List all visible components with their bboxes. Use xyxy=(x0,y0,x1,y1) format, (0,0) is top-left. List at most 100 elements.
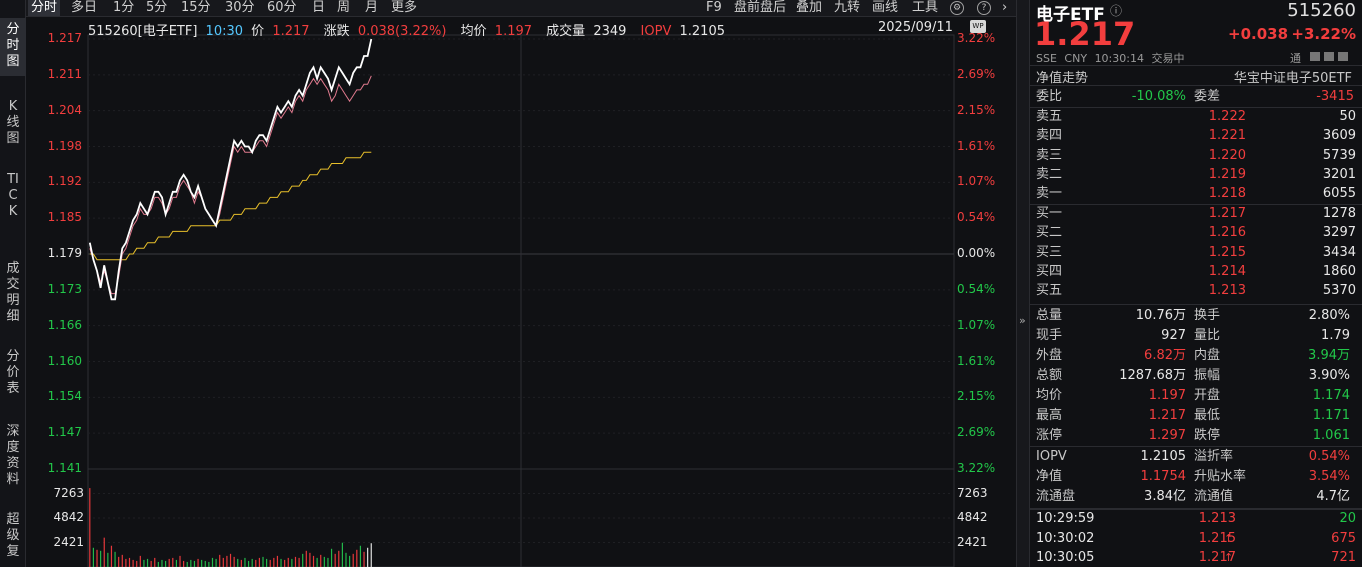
pct-tick-label: 1.61% xyxy=(957,353,996,368)
buys-row[interactable]: 买三 1.215 3434 xyxy=(1036,243,1356,262)
toolbar-action-5[interactable]: 工具 xyxy=(912,0,938,16)
info-time: 10:30 xyxy=(205,24,244,39)
settings-icon[interactable] xyxy=(1338,52,1348,61)
stat-3a-value: 1287.68万 xyxy=(1119,368,1186,383)
toolbar-action-1[interactable]: 盘前盘后 xyxy=(734,0,786,16)
left-tab-3[interactable]: 成交明细 xyxy=(0,257,26,327)
stat-0a: 总量 10.76万 xyxy=(1036,306,1186,326)
buys-label: 买四 xyxy=(1036,263,1063,279)
chart-toolbar: 分时 多日 1分 5分 15分 30分 60分日周月更多 F9 盘前盘后 叠加 九转 画线 工具 ⚙? › xyxy=(26,0,1016,17)
stat2-1a-value: 1.1754 xyxy=(1140,469,1187,484)
buys-row[interactable]: 买一 1.217 1278 xyxy=(1036,204,1356,223)
stat2-2b-value: 4.7亿 xyxy=(1316,489,1350,504)
period-tab-5[interactable]: 30分 xyxy=(222,0,258,16)
stat-3b: 振幅 3.90% xyxy=(1194,366,1350,386)
tick-row[interactable]: 10:29:59 1.213 20 xyxy=(1036,509,1356,528)
sells-row[interactable]: 卖二 1.219 3201 xyxy=(1036,165,1356,184)
stat-5b: 最低 1.171 xyxy=(1194,406,1350,426)
tick-time: 10:30:02 xyxy=(1036,530,1095,546)
toolbar-action-4[interactable]: 画线 xyxy=(872,0,898,16)
info-change-label: 涨跌 xyxy=(323,24,350,39)
tong-label[interactable]: 通 xyxy=(1290,50,1301,66)
pct-tick-label: 2.69% xyxy=(957,66,996,81)
period-tab-8[interactable]: 周 xyxy=(334,0,353,16)
tick-row[interactable]: 10:30:05 1.217 ↑ 721 xyxy=(1036,548,1356,567)
period-tab-6[interactable]: 60分 xyxy=(264,0,300,16)
period-tab-4[interactable]: 15分 xyxy=(178,0,214,16)
separator xyxy=(1030,85,1362,86)
sells-vol: 6055 xyxy=(1322,186,1356,202)
left-tab-4[interactable]: 分价表 xyxy=(0,345,26,405)
stat-5b-value: 1.171 xyxy=(1312,408,1350,423)
intraday-chart[interactable]: 515260[电子ETF] 10:30 价 1.217 涨跌 0.038(3.2… xyxy=(26,17,1016,567)
price-tick-label: 1.185 xyxy=(47,210,82,225)
toolbar-action-2[interactable]: 叠加 xyxy=(796,0,822,16)
pct-tick-label: 1.07% xyxy=(957,174,996,189)
buys-row[interactable]: 买四 1.214 1860 xyxy=(1036,262,1356,281)
left-tab-2[interactable]: TICK xyxy=(0,168,26,236)
buys-price: 1.213 xyxy=(1208,283,1246,299)
period-tab-3[interactable]: 5分 xyxy=(143,0,170,16)
help-icon[interactable]: ? xyxy=(977,1,991,15)
sells-row[interactable]: 卖五 1.222 50 xyxy=(1036,107,1356,126)
stat-1b-label: 量比 xyxy=(1194,328,1221,343)
stat-5a-label: 最高 xyxy=(1036,408,1063,423)
sells-row[interactable]: 卖四 1.221 3609 xyxy=(1036,126,1356,145)
period-tab-7[interactable]: 日 xyxy=(309,0,328,16)
period-tab-10[interactable]: 更多 xyxy=(388,0,420,16)
weibi: 委比 -10.08% xyxy=(1036,87,1186,107)
volume-tick-label: 2421 xyxy=(957,534,988,549)
price-tick-label: 1.179 xyxy=(47,246,82,260)
weibi-value: -10.08% xyxy=(1131,89,1186,104)
chart-canvas xyxy=(87,34,955,567)
period-tab-0[interactable]: 分时 xyxy=(28,0,61,16)
pct-tick-label: 0.54% xyxy=(957,281,996,296)
price-tick-label: 1.217 xyxy=(47,31,82,45)
buys-label: 买二 xyxy=(1036,225,1063,241)
sells-price: 1.220 xyxy=(1208,147,1246,163)
period-tab-9[interactable]: 月 xyxy=(362,0,381,16)
stat-6a-value: 1.297 xyxy=(1148,428,1186,443)
stat2-0a-value: 1.2105 xyxy=(1140,449,1187,464)
sells-vol: 3609 xyxy=(1322,128,1356,144)
pct-tick-label: 2.15% xyxy=(957,389,996,404)
exchange: SSE xyxy=(1036,52,1057,65)
toolbar-action-3[interactable]: 九转 xyxy=(834,0,860,16)
sells-row[interactable]: 卖三 1.220 5739 xyxy=(1036,146,1356,165)
toolbar-action-0[interactable]: F9 xyxy=(706,0,722,16)
index-name[interactable]: 华宝中证电子50ETF xyxy=(1234,67,1352,86)
left-tab-0[interactable]: 分时图 xyxy=(0,18,26,76)
stat2-2a-value: 3.84亿 xyxy=(1144,489,1186,504)
pct-tick-label: 1.61% xyxy=(957,138,996,153)
stat-0a-value: 10.76万 xyxy=(1135,308,1186,323)
iopv-line xyxy=(89,75,372,295)
period-tab-1[interactable]: 多日 xyxy=(68,0,100,16)
sells-label: 卖四 xyxy=(1036,128,1063,144)
left-tab-1[interactable]: K线图 xyxy=(0,95,26,153)
edit-icon[interactable] xyxy=(1310,52,1320,61)
buys-row[interactable]: 买五 1.213 5370 xyxy=(1036,281,1356,300)
left-tab-5[interactable]: 深度资料 xyxy=(0,420,26,498)
info-volume-label: 成交量 xyxy=(546,24,586,39)
sells-row[interactable]: 卖一 1.218 6055 xyxy=(1036,184,1356,203)
stat2-1a: 净值 1.1754 xyxy=(1036,467,1186,487)
period-tab-2[interactable]: 1分 xyxy=(110,0,137,16)
stat2-1b: 升贴水率 3.54% xyxy=(1194,467,1350,487)
price-tick-label: 1.166 xyxy=(47,317,82,332)
stat-6b-value: 1.061 xyxy=(1312,428,1350,443)
nav-trend-button[interactable]: 净值走势 xyxy=(1036,67,1088,86)
collapse-arrow-icon[interactable]: » xyxy=(1019,314,1026,327)
volume-tick-label: 7263 xyxy=(957,485,988,500)
panel-divider[interactable]: » xyxy=(1016,0,1030,567)
stat2-2b: 流通值 4.7亿 xyxy=(1194,487,1350,507)
stat2-2a: 流通盘 3.84亿 xyxy=(1036,487,1186,507)
settings-icon[interactable]: ⚙ xyxy=(950,1,964,15)
next-arrow-icon[interactable]: › xyxy=(1002,0,1007,16)
stat2-0b-label: 溢折率 xyxy=(1194,449,1234,464)
buys-row[interactable]: 买二 1.216 3297 xyxy=(1036,223,1356,242)
tick-row[interactable]: 10:30:02 1.215 ↑ 675 xyxy=(1036,529,1356,548)
left-tab-6[interactable]: 超级复 xyxy=(0,508,26,567)
volume-tick-label: 7263 xyxy=(53,485,84,500)
info-iopv: 1.2105 xyxy=(679,24,726,39)
tag-icon[interactable] xyxy=(1324,52,1334,61)
